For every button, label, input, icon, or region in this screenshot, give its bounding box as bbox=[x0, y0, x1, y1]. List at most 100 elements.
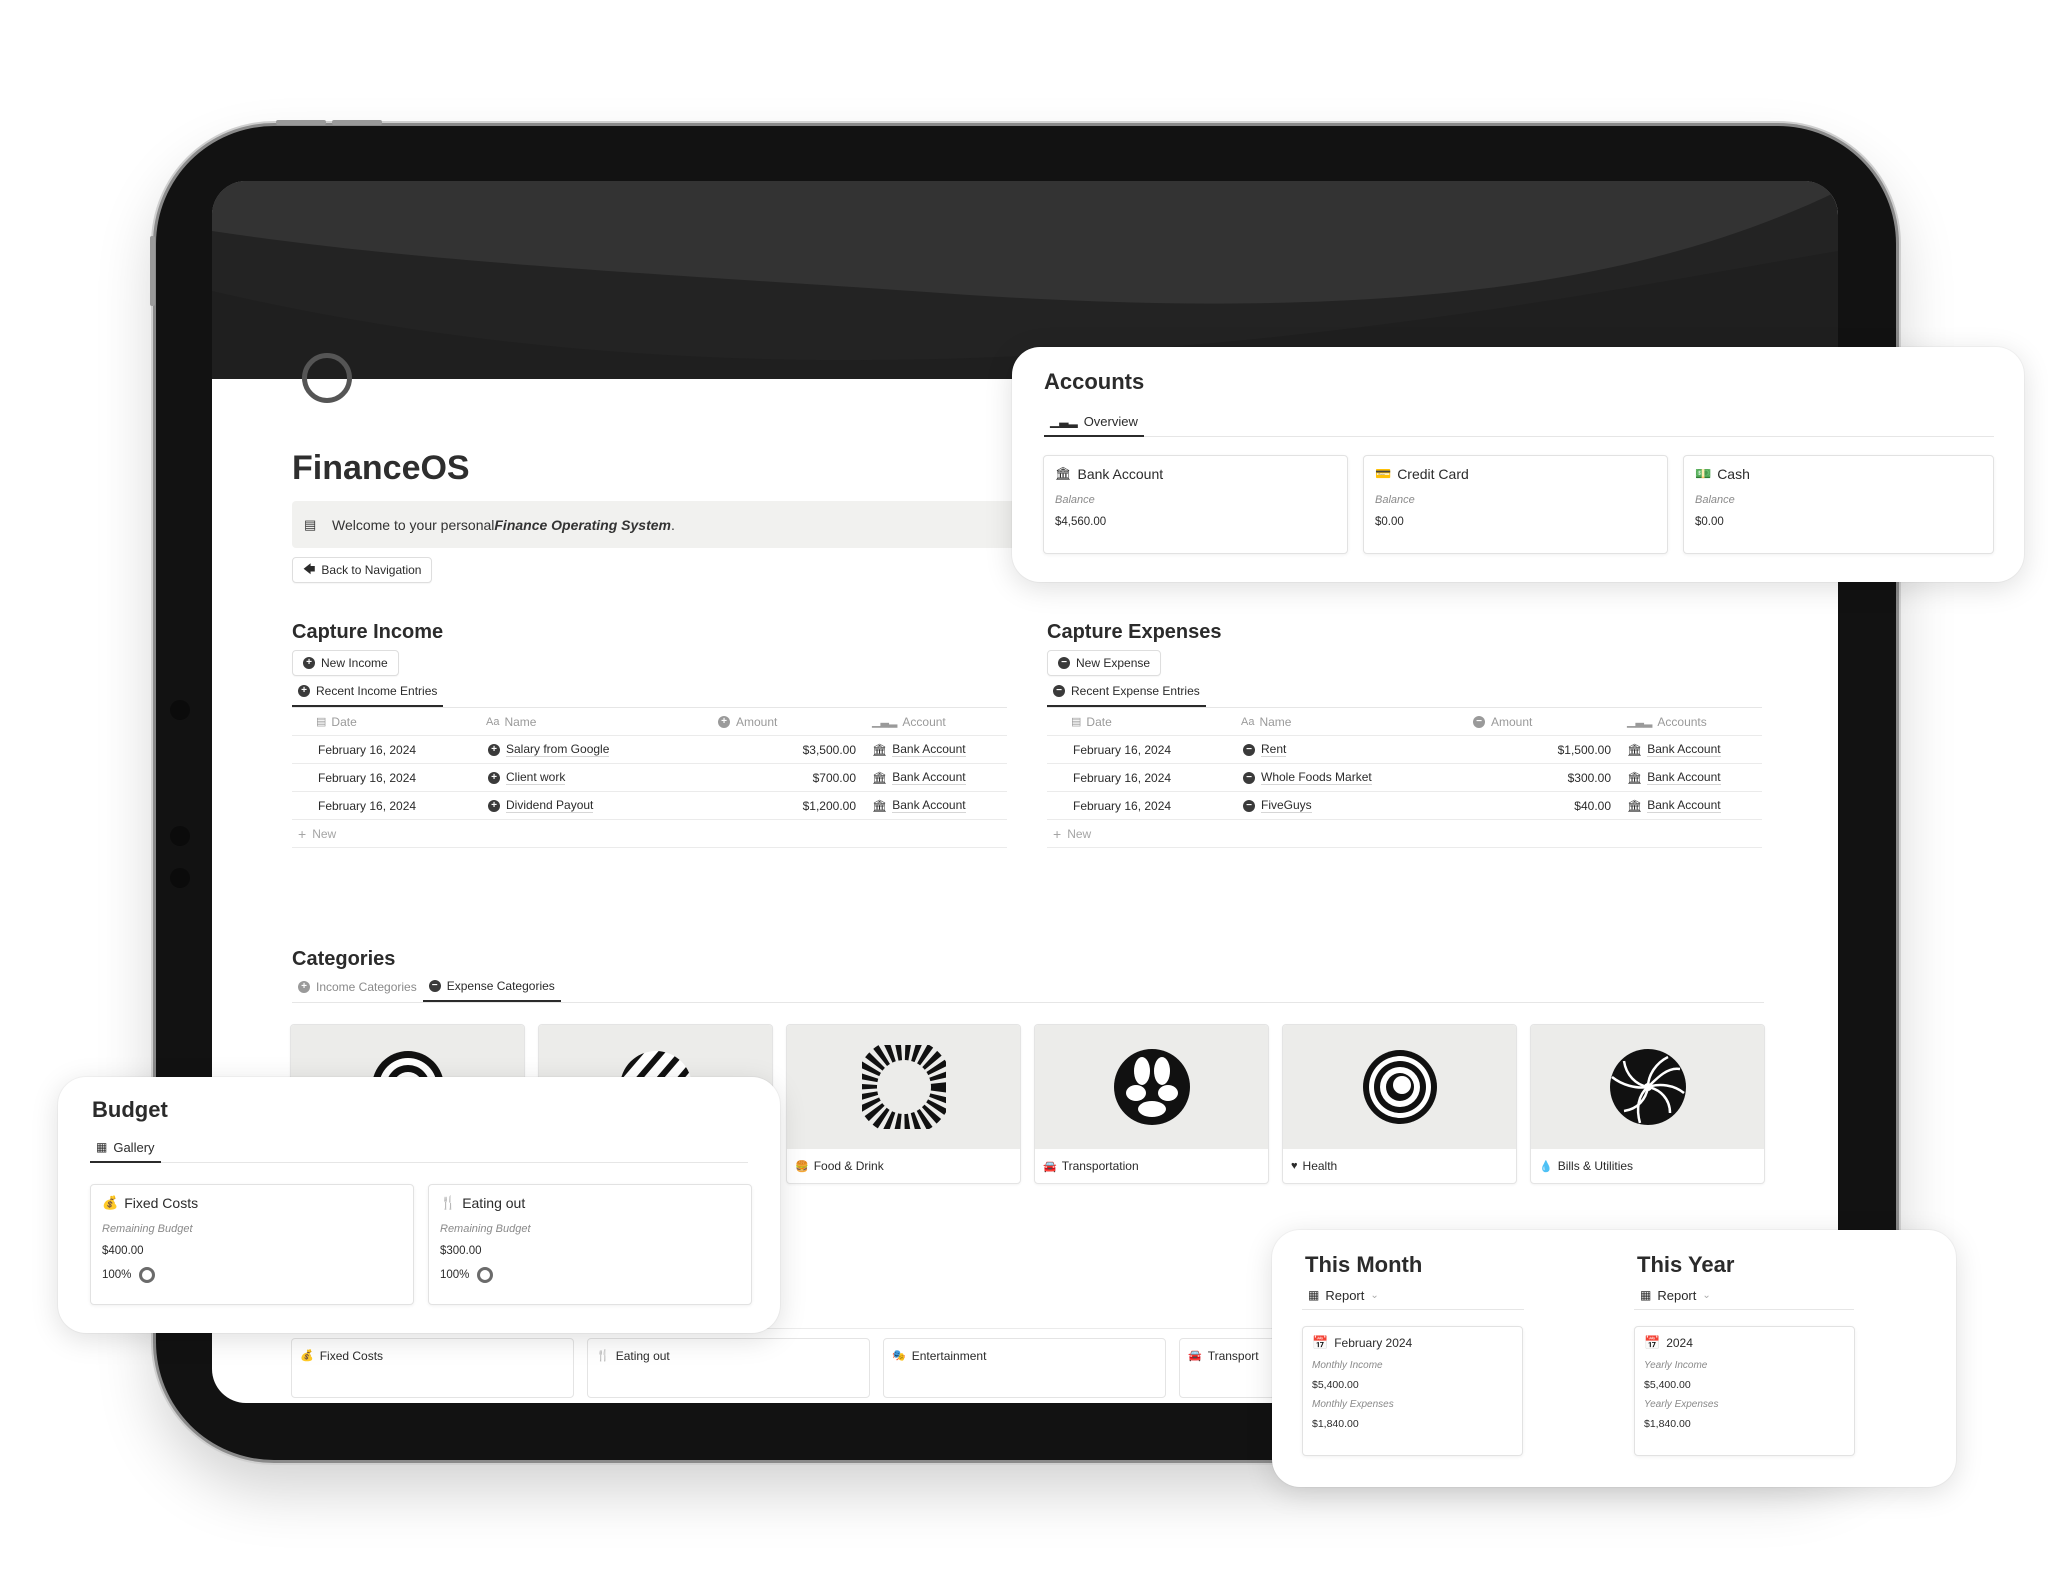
this-year-title: This Year bbox=[1637, 1252, 1735, 1277]
table-row[interactable]: February 16, 2024 − FiveGuys $40.00 🏛 Bank… bbox=[1047, 792, 1762, 820]
account-card[interactable]: 💵 Cash Balance $0.00 bbox=[1683, 455, 1994, 554]
utensils-icon: 🍴 bbox=[440, 1195, 457, 1210]
amount-cell: $1,200.00 bbox=[802, 798, 856, 813]
budget-card[interactable]: 💰 Fixed Costs Remaining Budget $400.00 10… bbox=[90, 1184, 414, 1305]
table-row[interactable]: February 16, 2024 + Dividend Payout $1,20… bbox=[292, 792, 1007, 820]
category-cover-art bbox=[787, 1025, 1020, 1149]
budget-strip-card[interactable]: 🍴 Eating out bbox=[587, 1338, 870, 1398]
minus-circle-icon: − bbox=[1243, 799, 1255, 812]
table-row[interactable]: February 16, 2024 − Whole Foods Market $3… bbox=[1047, 764, 1762, 792]
sensor-dot bbox=[170, 826, 190, 846]
expenses-value: $1,840.00 bbox=[1312, 1418, 1359, 1430]
account-link: Bank Account bbox=[892, 770, 966, 785]
year-report-view-dropdown[interactable]: ▦ Report ⌄ bbox=[1634, 1280, 1717, 1310]
entry-name: Rent bbox=[1261, 742, 1287, 757]
new-expense-button[interactable]: − New Expense bbox=[1047, 650, 1162, 676]
name-cell[interactable]: − FiveGuys bbox=[1217, 798, 1449, 813]
plus-circle-icon: + bbox=[488, 743, 500, 756]
column-header-date[interactable]: ▤ Date bbox=[1047, 715, 1217, 729]
account-cell[interactable]: 🏛 Bank Account bbox=[866, 770, 1007, 785]
back-to-navigation-button[interactable]: 🡄 Back to Navigation bbox=[292, 557, 433, 583]
new-income-button[interactable]: + New Income bbox=[292, 650, 399, 676]
category-name: Bills & Utilities bbox=[1557, 1159, 1634, 1173]
progress-ring-icon bbox=[477, 1267, 494, 1283]
plus-circle-icon: + bbox=[298, 685, 310, 697]
tab-expense-categories[interactable]: − Expense Categories bbox=[422, 972, 561, 1002]
category-card[interactable]: 🚘 Transportation bbox=[1034, 1024, 1269, 1184]
account-cell[interactable]: 🏛 Bank Account bbox=[866, 742, 1007, 757]
add-new-row-button[interactable]: + New bbox=[1047, 820, 1762, 848]
account-cell[interactable]: 🏛 Bank Account bbox=[866, 798, 1007, 813]
name-cell[interactable]: + Dividend Payout bbox=[462, 798, 694, 813]
column-label: Amount bbox=[1491, 714, 1533, 729]
table-row[interactable]: February 16, 2024 + Salary from Google $3… bbox=[292, 736, 1007, 764]
column-header-amount[interactable]: − Amount bbox=[1449, 715, 1621, 729]
tab-recent-expense-entries[interactable]: − Recent Expense Entries bbox=[1047, 677, 1206, 707]
entry-name: Client work bbox=[506, 770, 566, 785]
name-cell[interactable]: + Salary from Google bbox=[462, 742, 694, 757]
tab-overview[interactable]: ▁▃▂ Overview bbox=[1044, 407, 1144, 437]
name-cell[interactable]: − Whole Foods Market bbox=[1217, 770, 1449, 785]
category-card[interactable]: 🍔 Food & Drink bbox=[786, 1024, 1021, 1184]
new-expense-label: New Expense bbox=[1076, 656, 1151, 670]
calendar-icon: 📅 bbox=[1644, 1335, 1661, 1350]
category-cover-art bbox=[1283, 1025, 1516, 1149]
budget-strip-card[interactable]: 🎭 Entertainment bbox=[883, 1338, 1166, 1398]
balance-label: Balance bbox=[1695, 494, 1735, 506]
name-cell[interactable]: + Client work bbox=[462, 770, 694, 785]
page-icon-circle[interactable] bbox=[302, 353, 352, 403]
utensils-icon: 🍴 bbox=[596, 1350, 610, 1362]
month-report-view-dropdown[interactable]: ▦ Report ⌄ bbox=[1302, 1280, 1385, 1310]
column-header-name[interactable]: Aa Name bbox=[1217, 715, 1449, 729]
account-cell[interactable]: 🏛 Bank Account bbox=[1621, 770, 1762, 785]
column-header-date[interactable]: ▤ Date bbox=[292, 715, 462, 729]
accounts-tabs: ▁▃▂ Overview bbox=[1044, 407, 1994, 437]
amount-cell: $3,500.00 bbox=[802, 742, 856, 757]
column-header-name[interactable]: Aa Name bbox=[462, 715, 694, 729]
table-row[interactable]: February 16, 2024 − Rent $1,500.00 🏛 Bank … bbox=[1047, 736, 1762, 764]
progress-percent: 100% bbox=[440, 1269, 470, 1281]
name-cell[interactable]: − Rent bbox=[1217, 742, 1449, 757]
budget-card[interactable]: 🍴 Eating out Remaining Budget $300.00 100… bbox=[428, 1184, 752, 1305]
budget-strip-card[interactable]: 💰 Fixed Costs bbox=[291, 1338, 574, 1398]
card-label: Entertainment bbox=[911, 1349, 987, 1363]
category-name: Transportation bbox=[1061, 1159, 1139, 1173]
account-cell[interactable]: 🏛 Bank Account bbox=[1621, 742, 1762, 757]
account-cell[interactable]: 🏛 Bank Account bbox=[1621, 798, 1762, 813]
minus-circle-icon: − bbox=[428, 980, 441, 992]
category-card[interactable]: 💧 Bills & Utilities bbox=[1530, 1024, 1765, 1184]
category-name: Health bbox=[1302, 1159, 1338, 1173]
plus-circle-icon: + bbox=[298, 981, 310, 993]
column-header-accounts[interactable]: ▁▃▂ Accounts bbox=[1621, 715, 1762, 729]
tab-label: Overview bbox=[1083, 413, 1138, 429]
add-new-row-button[interactable]: + New bbox=[292, 820, 1007, 848]
column-label: Name bbox=[504, 714, 537, 729]
text-type-icon: Aa bbox=[486, 715, 500, 728]
expenses-value: $1,840.00 bbox=[1644, 1418, 1691, 1430]
table-row[interactable]: February 16, 2024 + Client work $700.00 🏛… bbox=[292, 764, 1007, 792]
tab-recent-income-entries[interactable]: + Recent Income Entries bbox=[292, 677, 444, 707]
column-label: Account bbox=[902, 714, 946, 729]
category-card[interactable]: ♥ Health bbox=[1282, 1024, 1517, 1184]
cash-icon: 💵 bbox=[1695, 466, 1712, 481]
callout-text-emphasis: Finance Operating System bbox=[494, 516, 671, 533]
account-card[interactable]: 🏛 Bank Account Balance $4,560.00 bbox=[1043, 455, 1348, 554]
table-header: ▤ Date Aa Name − Amount ▁▃▂ Accounts bbox=[1047, 708, 1762, 736]
category-cover-art bbox=[1035, 1025, 1268, 1149]
bar-chart-icon: ▁▃▂ bbox=[1050, 414, 1078, 428]
minus-circle-icon: − bbox=[1243, 743, 1255, 756]
category-name: Food & Drink bbox=[813, 1159, 884, 1173]
report-period: February 2024 bbox=[1334, 1336, 1413, 1350]
power-button bbox=[150, 236, 155, 306]
year-report-card[interactable]: 📅 2024 Yearly Income $5,400.00 Yearly Exp… bbox=[1634, 1326, 1855, 1456]
expenses-label: Yearly Expenses bbox=[1644, 1399, 1719, 1410]
reports-panel: This Month ▦ Report ⌄ 📅 February 2024 Mon… bbox=[1272, 1230, 1956, 1487]
tab-income-categories[interactable]: + Income Categories bbox=[292, 972, 423, 1002]
bank-icon: 🏛 bbox=[1627, 742, 1643, 757]
month-report-card[interactable]: 📅 February 2024 Monthly Income $5,400.00 … bbox=[1302, 1326, 1523, 1456]
column-header-amount[interactable]: + Amount bbox=[694, 715, 866, 729]
tab-gallery[interactable]: ▦ Gallery bbox=[90, 1133, 161, 1163]
account-card[interactable]: 💳 Credit Card Balance $0.00 bbox=[1363, 455, 1668, 554]
minus-circle-icon: − bbox=[1473, 715, 1485, 728]
column-header-account[interactable]: ▁▃▂ Account bbox=[866, 715, 1007, 729]
